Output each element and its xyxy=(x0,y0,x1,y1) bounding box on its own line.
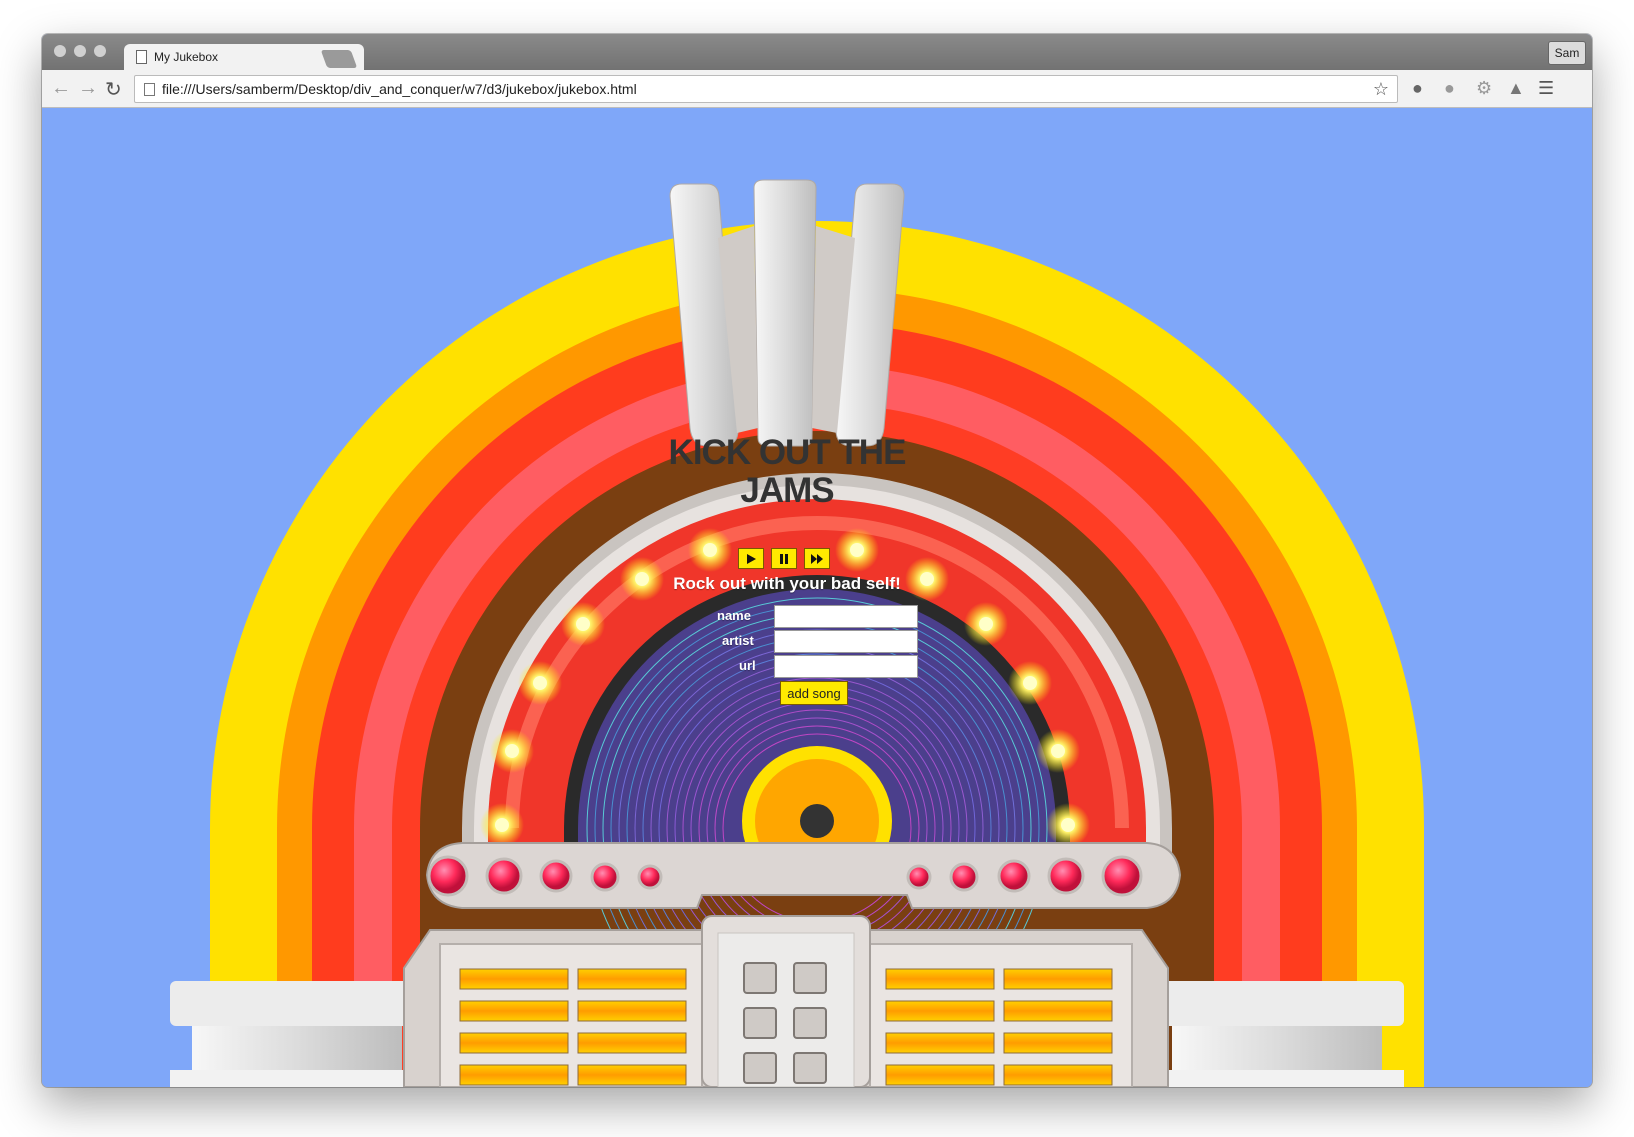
zoom-window-button[interactable] xyxy=(94,45,106,57)
reload-icon[interactable]: ↻ xyxy=(105,77,122,102)
browser-toolbar: ← → ↻ file:///Users/samberm/Desktop/div_… xyxy=(42,70,1592,108)
profile-button[interactable]: Sam xyxy=(1548,41,1586,65)
play-icon xyxy=(747,553,756,564)
chrome-crown xyxy=(669,179,905,447)
jukebox-page: KICK OUT THE JAMS Rock out with your bad… xyxy=(42,108,1592,1087)
url-text: file:///Users/samberm/Desktop/div_and_co… xyxy=(162,81,637,97)
name-label: name xyxy=(717,608,751,623)
pause-button[interactable] xyxy=(771,548,797,569)
extension-icon[interactable]: ● xyxy=(1444,78,1455,99)
next-button[interactable] xyxy=(804,548,830,569)
ghost-extension-icon[interactable]: ● xyxy=(1412,78,1423,99)
minimize-window-button[interactable] xyxy=(74,45,86,57)
tagline: Rock out with your bad self! xyxy=(673,574,901,593)
jukebox-illustration xyxy=(170,179,1424,1087)
artist-label: artist xyxy=(722,633,754,648)
selector-panel xyxy=(403,915,1169,1087)
page-icon xyxy=(136,50,147,64)
side-pedestal-left xyxy=(170,981,414,1087)
back-icon[interactable]: ← xyxy=(51,77,71,100)
page-icon xyxy=(144,83,155,96)
menu-icon[interactable]: ☰ xyxy=(1538,78,1554,99)
name-input[interactable] xyxy=(774,605,918,628)
forward-icon[interactable]: → xyxy=(78,77,98,100)
title-bar: My Jukebox × Sam xyxy=(42,34,1592,70)
browser-window: My Jukebox × Sam ← → ↻ file:///Users/sam… xyxy=(42,34,1592,1087)
star-icon[interactable]: ☆ xyxy=(1373,76,1389,102)
drive-extension-icon[interactable]: ▲ xyxy=(1507,78,1525,99)
tab-title: My Jukebox xyxy=(154,50,219,64)
url-label: url xyxy=(739,658,756,673)
address-bar[interactable]: file:///Users/samberm/Desktop/div_and_co… xyxy=(134,75,1398,103)
gear-extension-icon[interactable]: ⚙ xyxy=(1476,78,1492,99)
play-button[interactable] xyxy=(738,548,764,569)
fast-forward-icon xyxy=(811,553,823,564)
url-input[interactable] xyxy=(774,655,918,678)
new-tab-button[interactable] xyxy=(320,50,358,68)
page-title: KICK OUT THE JAMS xyxy=(668,433,907,510)
pause-icon xyxy=(780,553,788,564)
artist-input[interactable] xyxy=(774,630,918,653)
close-window-button[interactable] xyxy=(54,45,66,57)
side-pedestal-right xyxy=(1160,981,1404,1087)
add-song-button[interactable]: add song xyxy=(780,681,848,705)
